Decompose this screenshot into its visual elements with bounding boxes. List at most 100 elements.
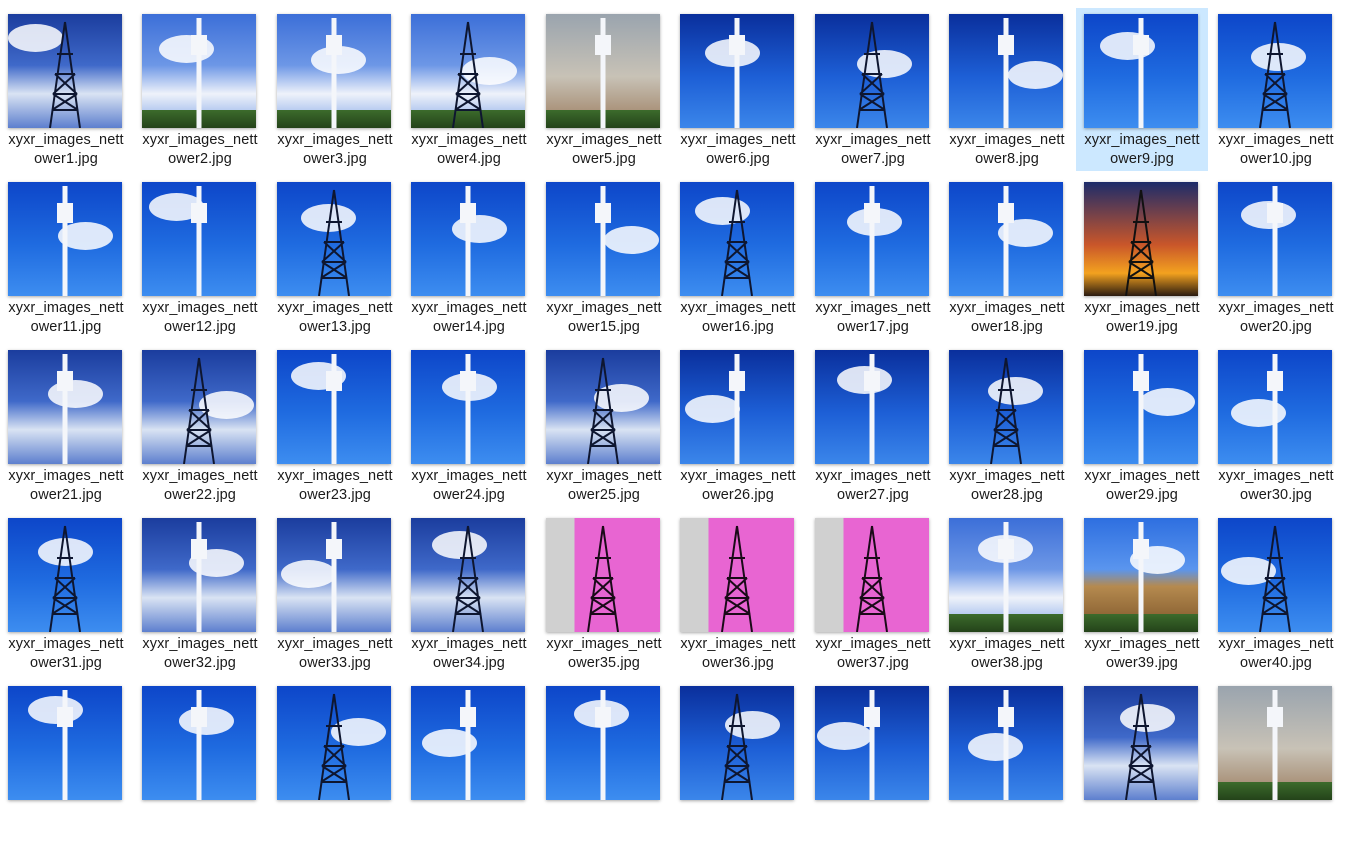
image-thumbnail[interactable]	[142, 14, 256, 128]
file-item[interactable]	[134, 680, 266, 843]
image-thumbnail[interactable]	[949, 686, 1063, 800]
image-thumbnail[interactable]	[1218, 350, 1332, 464]
image-thumbnail[interactable]	[1084, 14, 1198, 128]
file-item[interactable]: xyxr_images_nett ower5.jpg	[538, 8, 670, 171]
image-thumbnail[interactable]	[1084, 518, 1198, 632]
file-item[interactable]: xyxr_images_nett ower27.jpg	[807, 344, 939, 507]
file-item[interactable]	[538, 680, 670, 843]
image-thumbnail[interactable]	[1084, 350, 1198, 464]
file-item[interactable]	[941, 680, 1073, 843]
file-item[interactable]	[807, 680, 939, 843]
image-thumbnail[interactable]	[680, 14, 794, 128]
image-thumbnail[interactable]	[8, 350, 122, 464]
file-item[interactable]: xyxr_images_nett ower25.jpg	[538, 344, 670, 507]
file-item[interactable]	[403, 680, 535, 843]
file-item[interactable]: xyxr_images_nett ower38.jpg	[941, 512, 1073, 675]
file-item[interactable]: xyxr_images_nett ower29.jpg	[1076, 344, 1208, 507]
image-thumbnail[interactable]	[277, 14, 391, 128]
file-item[interactable]: xyxr_images_nett ower15.jpg	[538, 176, 670, 339]
image-thumbnail[interactable]	[1084, 686, 1198, 800]
file-item[interactable]: xyxr_images_nett ower9.jpg	[1076, 8, 1208, 171]
file-item[interactable]: xyxr_images_nett ower13.jpg	[269, 176, 401, 339]
image-thumbnail[interactable]	[1218, 182, 1332, 296]
file-item[interactable]	[269, 680, 401, 843]
file-item[interactable]: xyxr_images_nett ower16.jpg	[672, 176, 804, 339]
image-thumbnail[interactable]	[277, 518, 391, 632]
file-item[interactable]: xyxr_images_nett ower26.jpg	[672, 344, 804, 507]
file-item[interactable]: xyxr_images_nett ower19.jpg	[1076, 176, 1208, 339]
image-thumbnail[interactable]	[277, 350, 391, 464]
file-item[interactable]: xyxr_images_nett ower11.jpg	[0, 176, 132, 339]
image-thumbnail[interactable]	[680, 518, 794, 632]
file-item[interactable]: xyxr_images_nett ower23.jpg	[269, 344, 401, 507]
image-thumbnail[interactable]	[815, 686, 929, 800]
image-thumbnail[interactable]	[949, 182, 1063, 296]
file-item[interactable]: xyxr_images_nett ower30.jpg	[1210, 344, 1342, 507]
image-thumbnail[interactable]	[949, 350, 1063, 464]
image-thumbnail[interactable]	[1084, 182, 1198, 296]
file-item[interactable]: xyxr_images_nett ower34.jpg	[403, 512, 535, 675]
file-item[interactable]: xyxr_images_nett ower18.jpg	[941, 176, 1073, 339]
image-thumbnail[interactable]	[142, 350, 256, 464]
file-item[interactable]: xyxr_images_nett ower20.jpg	[1210, 176, 1342, 339]
file-item[interactable]	[0, 680, 132, 843]
image-thumbnail[interactable]	[680, 350, 794, 464]
file-item[interactable]: xyxr_images_nett ower1.jpg	[0, 8, 132, 171]
image-thumbnail[interactable]	[546, 686, 660, 800]
image-thumbnail[interactable]	[546, 350, 660, 464]
image-thumbnail[interactable]	[411, 518, 525, 632]
image-thumbnail[interactable]	[411, 14, 525, 128]
image-thumbnail[interactable]	[680, 182, 794, 296]
file-item[interactable]: xyxr_images_nett ower12.jpg	[134, 176, 266, 339]
image-thumbnail[interactable]	[815, 182, 929, 296]
image-thumbnail[interactable]	[411, 686, 525, 800]
file-item[interactable]: xyxr_images_nett ower4.jpg	[403, 8, 535, 171]
file-item[interactable]: xyxr_images_nett ower39.jpg	[1076, 512, 1208, 675]
file-item[interactable]	[672, 680, 804, 843]
file-item[interactable]: xyxr_images_nett ower28.jpg	[941, 344, 1073, 507]
file-item[interactable]: xyxr_images_nett ower17.jpg	[807, 176, 939, 339]
file-item[interactable]: xyxr_images_nett ower36.jpg	[672, 512, 804, 675]
image-thumbnail[interactable]	[8, 182, 122, 296]
image-thumbnail[interactable]	[546, 14, 660, 128]
image-thumbnail[interactable]	[277, 182, 391, 296]
image-thumbnail[interactable]	[411, 350, 525, 464]
image-thumbnail[interactable]	[546, 182, 660, 296]
image-thumbnail[interactable]	[546, 518, 660, 632]
image-thumbnail[interactable]	[815, 350, 929, 464]
image-thumbnail[interactable]	[680, 686, 794, 800]
file-item[interactable]: xyxr_images_nett ower40.jpg	[1210, 512, 1342, 675]
image-thumbnail[interactable]	[815, 14, 929, 128]
file-item[interactable]: xyxr_images_nett ower2.jpg	[134, 8, 266, 171]
file-item[interactable]: xyxr_images_nett ower22.jpg	[134, 344, 266, 507]
image-thumbnail[interactable]	[8, 518, 122, 632]
file-item[interactable]: xyxr_images_nett ower14.jpg	[403, 176, 535, 339]
image-thumbnail[interactable]	[949, 518, 1063, 632]
file-item[interactable]: xyxr_images_nett ower32.jpg	[134, 512, 266, 675]
image-thumbnail[interactable]	[142, 182, 256, 296]
image-thumbnail[interactable]	[949, 14, 1063, 128]
image-thumbnail[interactable]	[1218, 518, 1332, 632]
file-item[interactable]: xyxr_images_nett ower6.jpg	[672, 8, 804, 171]
file-item[interactable]: xyxr_images_nett ower24.jpg	[403, 344, 535, 507]
image-thumbnail[interactable]	[142, 518, 256, 632]
file-item[interactable]: xyxr_images_nett ower35.jpg	[538, 512, 670, 675]
file-item[interactable]: xyxr_images_nett ower3.jpg	[269, 8, 401, 171]
file-item[interactable]	[1210, 680, 1342, 843]
image-thumbnail[interactable]	[411, 182, 525, 296]
file-item[interactable]: xyxr_images_nett ower31.jpg	[0, 512, 132, 675]
image-thumbnail[interactable]	[8, 686, 122, 800]
file-item[interactable]: xyxr_images_nett ower7.jpg	[807, 8, 939, 171]
image-thumbnail[interactable]	[142, 686, 256, 800]
file-item[interactable]: xyxr_images_nett ower37.jpg	[807, 512, 939, 675]
image-thumbnail[interactable]	[277, 686, 391, 800]
file-item[interactable]	[1076, 680, 1208, 843]
file-item[interactable]: xyxr_images_nett ower8.jpg	[941, 8, 1073, 171]
file-item[interactable]: xyxr_images_nett ower33.jpg	[269, 512, 401, 675]
image-thumbnail[interactable]	[1218, 686, 1332, 800]
file-item[interactable]: xyxr_images_nett ower21.jpg	[0, 344, 132, 507]
file-item[interactable]: xyxr_images_nett ower10.jpg	[1210, 8, 1342, 171]
image-thumbnail[interactable]	[815, 518, 929, 632]
image-thumbnail[interactable]	[1218, 14, 1332, 128]
image-thumbnail[interactable]	[8, 14, 122, 128]
